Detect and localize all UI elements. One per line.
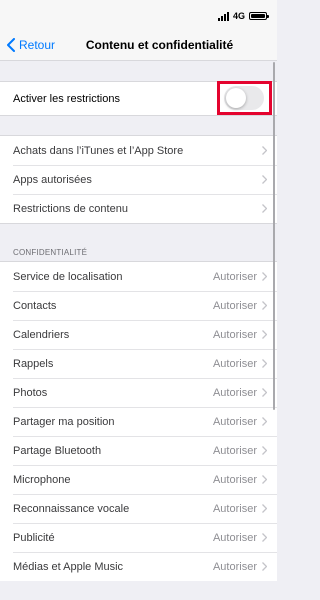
privacy-item-share-location[interactable]: Partager ma position Autoriser	[0, 407, 277, 436]
privacy-item-label: Médias et Apple Music	[13, 560, 124, 573]
privacy-item-label: Publicité	[13, 531, 55, 544]
privacy-item-calendars[interactable]: Calendriers Autoriser	[0, 320, 277, 349]
privacy-item-value: Autoriser	[212, 386, 257, 399]
restrictions-toggle[interactable]	[224, 86, 264, 110]
network-label: 4G	[232, 11, 245, 21]
privacy-item-value: Autoriser	[212, 531, 257, 544]
menu-item-label: Restrictions de contenu	[13, 202, 128, 215]
chevron-right-icon	[262, 504, 267, 513]
chevron-right-icon	[262, 330, 267, 339]
menu-item-itunes-purchases[interactable]: Achats dans l’iTunes et l’App Store	[0, 136, 277, 165]
back-chevron-icon	[7, 38, 15, 52]
privacy-item-value: Autoriser	[212, 444, 257, 457]
privacy-item-value: Autoriser	[212, 560, 257, 573]
privacy-group: Service de localisation Autoriser Contac…	[0, 261, 277, 581]
chevron-right-icon	[262, 533, 267, 542]
chevron-right-icon	[262, 562, 267, 571]
privacy-item-label: Calendriers	[13, 328, 70, 341]
battery-icon	[249, 12, 269, 20]
chevron-right-icon	[262, 146, 267, 155]
toggle-knob	[226, 88, 246, 108]
status-icons: 4G	[217, 10, 269, 22]
back-label: Retour	[19, 38, 56, 52]
restrictions-group: Activer les restrictions	[0, 81, 277, 116]
nav-bar: Retour Contenu et confidentialité	[0, 30, 277, 61]
privacy-item-label: Rappels	[13, 357, 54, 370]
menu-item-allowed-apps[interactable]: Apps autorisées	[0, 165, 277, 194]
chevron-right-icon	[262, 417, 267, 426]
status-bar: 4G	[0, 0, 277, 30]
chevron-right-icon	[262, 475, 267, 484]
privacy-item-label: Microphone	[13, 473, 71, 486]
privacy-item-photos[interactable]: Photos Autoriser	[0, 378, 277, 407]
privacy-item-value: Autoriser	[212, 415, 257, 428]
restrictions-row: Activer les restrictions	[0, 82, 277, 115]
chevron-right-icon	[262, 272, 267, 281]
menu-item-label: Achats dans l’iTunes et l’App Store	[13, 144, 184, 157]
chevron-right-icon	[262, 446, 267, 455]
privacy-item-value: Autoriser	[212, 299, 257, 312]
privacy-item-label: Reconnaissance vocale	[13, 502, 130, 515]
privacy-section-header: CONFIDENTIALITÉ	[13, 248, 88, 257]
menu-item-content-restrictions[interactable]: Restrictions de contenu	[0, 194, 277, 223]
privacy-item-label: Contacts	[13, 299, 57, 312]
back-button[interactable]: Retour	[7, 36, 55, 54]
chevron-right-icon	[262, 301, 267, 310]
menu-group: Achats dans l’iTunes et l’App Store Apps…	[0, 135, 277, 224]
scroll-indicator[interactable]	[273, 62, 275, 410]
privacy-item-bluetooth[interactable]: Partage Bluetooth Autoriser	[0, 436, 277, 465]
restrictions-label: Activer les restrictions	[13, 92, 120, 105]
privacy-item-label: Photos	[13, 386, 48, 399]
privacy-item-value: Autoriser	[212, 270, 257, 283]
privacy-item-location[interactable]: Service de localisation Autoriser	[0, 262, 277, 291]
chevron-right-icon	[262, 359, 267, 368]
privacy-item-value: Autoriser	[212, 502, 257, 515]
chevron-right-icon	[262, 388, 267, 397]
privacy-item-media-apple-music[interactable]: Médias et Apple Music Autoriser	[0, 552, 277, 581]
privacy-item-value: Autoriser	[212, 328, 257, 341]
menu-item-label: Apps autorisées	[13, 173, 92, 186]
privacy-item-microphone[interactable]: Microphone Autoriser	[0, 465, 277, 494]
chevron-right-icon	[262, 175, 267, 184]
privacy-item-value: Autoriser	[212, 357, 257, 370]
page-title: Contenu et confidentialité	[85, 38, 234, 52]
privacy-item-label: Partage Bluetooth	[13, 444, 102, 457]
chevron-right-icon	[262, 204, 267, 213]
privacy-item-label: Service de localisation	[13, 270, 123, 283]
privacy-item-advertising[interactable]: Publicité Autoriser	[0, 523, 277, 552]
privacy-item-reminders[interactable]: Rappels Autoriser	[0, 349, 277, 378]
privacy-item-label: Partager ma position	[13, 415, 115, 428]
privacy-item-value: Autoriser	[212, 473, 257, 486]
privacy-item-contacts[interactable]: Contacts Autoriser	[0, 291, 277, 320]
privacy-item-speech-recognition[interactable]: Reconnaissance vocale Autoriser	[0, 494, 277, 523]
signal-icon	[217, 11, 229, 21]
